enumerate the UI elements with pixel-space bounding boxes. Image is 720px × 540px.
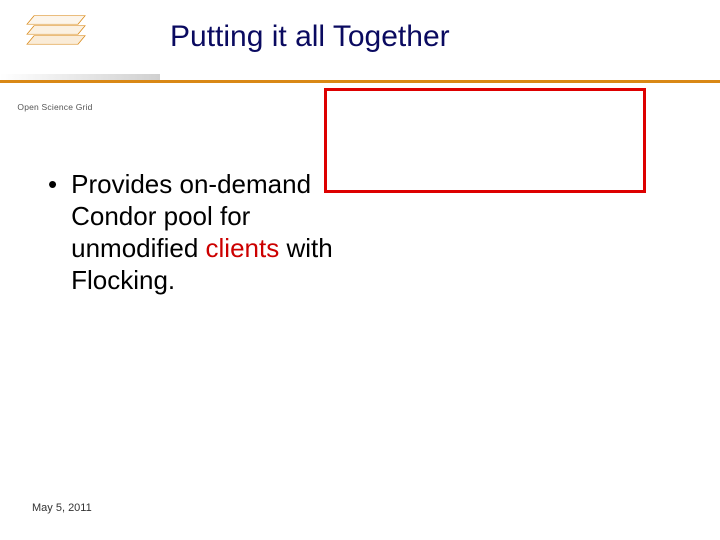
- logo-icon: [20, 8, 90, 54]
- bullet-item: • Provides on-demand Condor pool for unm…: [42, 168, 342, 296]
- osg-logo: Open Science Grid: [10, 8, 100, 76]
- divider-line: [0, 80, 720, 83]
- footer-date: May 5, 2011: [32, 502, 92, 514]
- logo-caption: Open Science Grid: [10, 102, 100, 112]
- bullet-marker: •: [48, 168, 57, 200]
- highlight-box: [324, 88, 646, 193]
- slide-title: Putting it all Together: [170, 20, 450, 54]
- bullet-text-highlight: clients: [206, 233, 280, 263]
- bullet-list: • Provides on-demand Condor pool for unm…: [42, 168, 342, 296]
- header: Open Science Grid Putting it all Togethe…: [0, 0, 720, 90]
- bullet-text: Provides on-demand Condor pool for unmod…: [71, 168, 342, 296]
